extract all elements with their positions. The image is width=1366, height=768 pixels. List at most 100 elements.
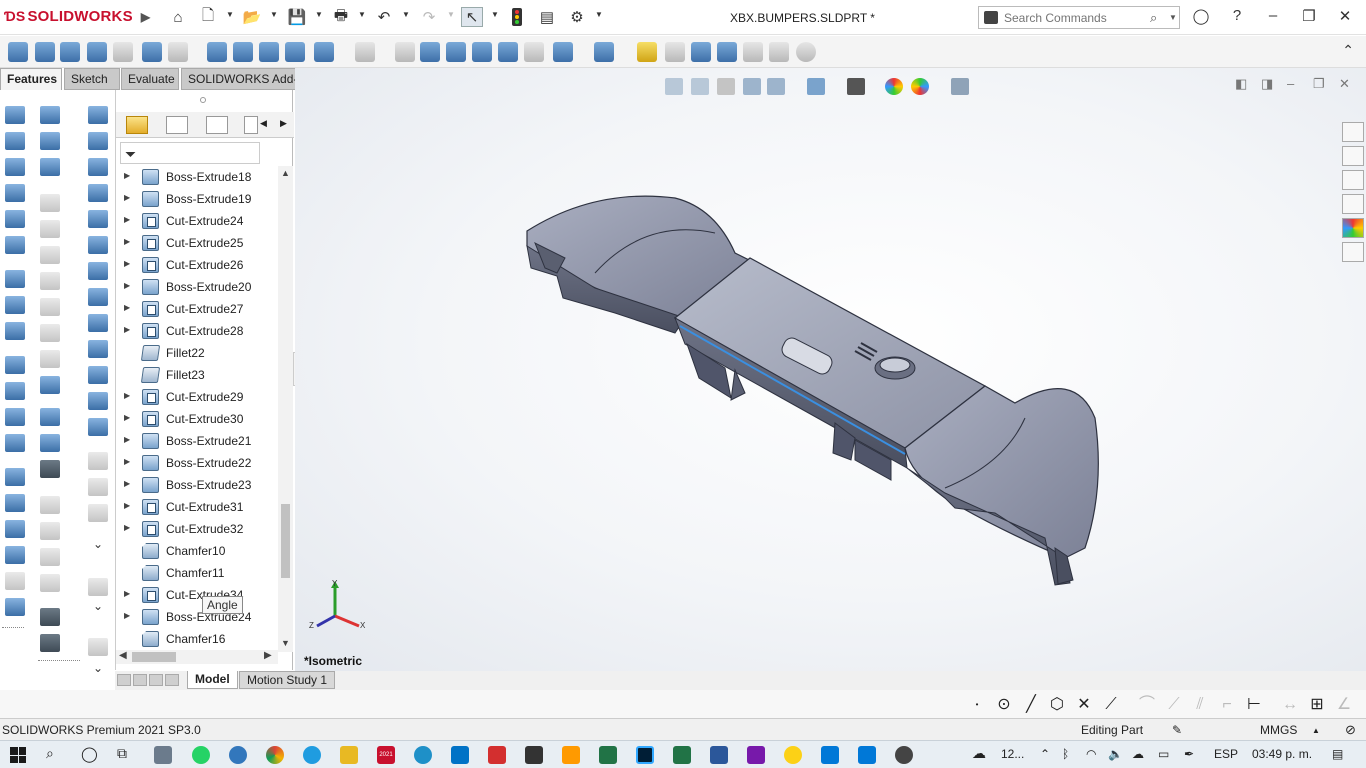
pen-tablet-icon[interactable] [525, 746, 543, 764]
mail-icon[interactable] [858, 746, 876, 764]
notifications-icon[interactable]: ▤ [1332, 747, 1343, 761]
boundary-boss-icon[interactable] [113, 42, 133, 62]
save-icon[interactable]: 💾 [286, 7, 308, 27]
user-account-icon[interactable]: ◯ [1186, 7, 1216, 27]
chevron-up-icon[interactable]: ⌃ [1040, 747, 1050, 761]
tooltip-icon[interactable]: ⊘ [1345, 722, 1356, 738]
intersect-icon[interactable] [498, 42, 518, 62]
fill-icon[interactable] [5, 546, 25, 564]
chevron-down-icon[interactable]: ⌄ [93, 537, 103, 551]
expand-arrow-icon[interactable]: ▶ [124, 215, 130, 224]
dim-expert-tab-icon[interactable] [244, 116, 258, 134]
select-cursor-icon[interactable]: ↖ [461, 7, 483, 27]
cube-tool-icon[interactable] [88, 236, 108, 254]
replace-face-icon[interactable] [88, 366, 108, 384]
ruled-icon[interactable] [5, 572, 25, 590]
tree-item[interactable]: Fillet23 [116, 364, 276, 386]
acrobat-icon[interactable] [488, 746, 506, 764]
weather-icon[interactable]: ☁ [972, 745, 986, 762]
tree-item[interactable]: ▶ Boss-Extrude19 [116, 188, 276, 210]
restore-button[interactable]: ❐ [1294, 7, 1324, 27]
chevron-down-icon[interactable]: ⌄ [93, 661, 103, 675]
tree-item[interactable]: ▶ Cut-Extrude31 [116, 496, 276, 518]
whatsapp-icon[interactable] [192, 746, 210, 764]
chevron-down-icon[interactable]: ▼ [595, 10, 603, 19]
core-icon[interactable] [40, 434, 60, 452]
swept-tool-icon[interactable] [88, 106, 108, 124]
chevron-down-icon[interactable]: ▼ [270, 10, 278, 19]
illustrator-icon[interactable] [562, 746, 580, 764]
word-icon[interactable] [710, 746, 728, 764]
start-windows-icon[interactable] [10, 747, 26, 763]
draft-icon[interactable] [420, 42, 440, 62]
tree-item[interactable]: ▶ Cut-Extrude32 [116, 518, 276, 540]
shell-icon[interactable] [446, 42, 466, 62]
swept-boss-icon[interactable] [60, 42, 80, 62]
linear-pattern-icon[interactable] [355, 42, 375, 62]
hole-wizard-icon[interactable] [168, 42, 188, 62]
sketch-icon[interactable] [5, 270, 25, 288]
sphere-icon[interactable] [796, 42, 816, 62]
search-input[interactable] [1004, 10, 1144, 26]
expand-arrow-icon[interactable]: ▶ [124, 391, 130, 400]
revolved-cut-icon[interactable] [207, 42, 227, 62]
swept-cut-icon[interactable] [233, 42, 253, 62]
file-properties-icon[interactable]: ▤ [536, 7, 558, 27]
umbrella-icon[interactable] [40, 376, 60, 394]
next-tab-nav-icon[interactable] [149, 674, 163, 686]
search-icon[interactable]: ⌕ [1150, 10, 1157, 26]
new-document-icon[interactable]: 🗋 [197, 7, 219, 27]
spreadsheet-icon[interactable] [599, 746, 617, 764]
bumper-part-model[interactable] [295, 68, 1366, 671]
redo-icon[interactable]: ↷ [418, 7, 440, 27]
mirror-icon[interactable] [524, 42, 544, 62]
circle-icon[interactable]: ⊙ [994, 695, 1014, 715]
help-icon[interactable]: ? [1222, 7, 1252, 27]
expand-arrow-icon[interactable]: ▶ [124, 259, 130, 268]
line-icon[interactable]: ╱ [1021, 695, 1041, 715]
chevron-right-icon[interactable]: ▶ [280, 118, 287, 129]
configuration-manager-tab-icon[interactable] [206, 116, 228, 134]
media-player-icon[interactable] [895, 746, 913, 764]
store-icon[interactable] [821, 746, 839, 764]
tree-filter-field[interactable]: ⏷ [120, 142, 260, 164]
untrim-icon[interactable] [88, 392, 108, 410]
planar-icon[interactable] [5, 598, 25, 616]
expand-arrow-icon[interactable]: ▶ [124, 413, 130, 422]
revolved-boss-icon[interactable] [35, 42, 55, 62]
tab-sketch[interactable]: Sketch [64, 68, 120, 90]
cut-with-surface-icon[interactable] [88, 418, 108, 436]
plane-icon[interactable] [5, 356, 25, 374]
split-icon[interactable] [691, 42, 711, 62]
mold-icon[interactable] [40, 132, 60, 150]
combine-icon[interactable] [717, 42, 737, 62]
teamviewer-icon[interactable] [414, 746, 432, 764]
tree-item[interactable]: ▶ Boss-Extrude18 [116, 166, 276, 188]
scroll-thumb[interactable] [132, 652, 176, 662]
curves-icon[interactable] [594, 42, 614, 62]
surface-icon[interactable] [5, 468, 25, 486]
extrude-icon[interactable] [5, 106, 25, 124]
rebuild-traffic-light-icon[interactable] [506, 7, 528, 27]
tree-item[interactable]: ▶ Cut-Extrude24 [116, 210, 276, 232]
chevron-down-icon[interactable]: ▼ [447, 10, 455, 19]
boundary-cut-icon[interactable] [285, 42, 305, 62]
property-manager-tab-icon[interactable] [166, 116, 188, 134]
weather-temperature[interactable]: 12... [1001, 747, 1024, 761]
chrome-icon[interactable] [266, 746, 284, 764]
smart-dimension-icon[interactable]: ⊢ [1244, 695, 1264, 715]
reference-geometry-icon[interactable] [553, 42, 573, 62]
chevron-down-icon[interactable]: ▼ [402, 10, 410, 19]
tree-item[interactable]: Fillet22 [116, 342, 276, 364]
expand-arrow-icon[interactable]: ▶ [124, 303, 130, 312]
print-icon[interactable]: 🖶 [330, 7, 352, 27]
scroll-thumb[interactable] [281, 504, 290, 578]
dome-icon[interactable] [769, 42, 789, 62]
parting-icon[interactable] [40, 158, 60, 176]
scroll-up-icon[interactable]: ▲ [281, 168, 290, 178]
panel-grip-icon[interactable] [200, 97, 206, 103]
tree-item[interactable]: ▶ Boss-Extrude21 [116, 430, 276, 452]
expand-arrow-icon[interactable]: ▶ [124, 589, 130, 598]
draft-tool-icon[interactable] [88, 184, 108, 202]
edge-legacy-icon[interactable] [229, 746, 247, 764]
